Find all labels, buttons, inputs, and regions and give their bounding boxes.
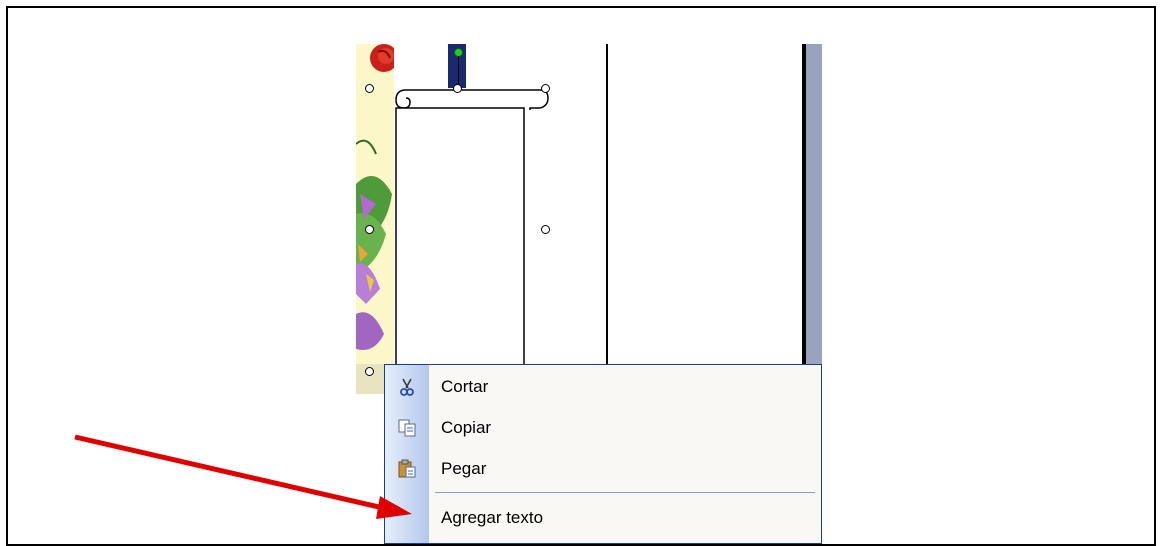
menu-item-cut[interactable]: Cortar <box>385 367 821 407</box>
resize-handle-left[interactable] <box>365 225 374 234</box>
menu-item-add-text[interactable]: Agregar texto <box>385 498 821 538</box>
scroll-autoshape[interactable] <box>390 86 550 406</box>
resize-handle-bottom-left[interactable] <box>365 367 374 376</box>
scissors-icon <box>397 377 417 397</box>
clipart-image[interactable] <box>356 44 394 394</box>
menu-item-copy-label: Copiar <box>441 418 492 437</box>
paste-icon <box>397 459 417 479</box>
menu-item-cut-label: Cortar <box>441 377 489 396</box>
resize-handle-top[interactable] <box>453 84 462 93</box>
menu-item-copy[interactable]: Copiar <box>385 408 821 448</box>
menu-item-paste[interactable]: Pegar <box>385 449 821 489</box>
resize-handle-top-right[interactable] <box>541 84 550 93</box>
rotate-handle-stem <box>458 56 459 86</box>
copy-icon <box>397 418 417 438</box>
menu-separator <box>435 492 815 493</box>
menu-item-paste-label: Pegar <box>441 459 487 478</box>
context-menu: Cortar Copiar Pegar Agregar texto <box>384 364 822 544</box>
column-divider <box>606 44 608 364</box>
resize-handle-right[interactable] <box>541 225 550 234</box>
menu-item-add-text-label: Agregar texto <box>441 508 544 527</box>
resize-handle-top-left[interactable] <box>365 84 374 93</box>
